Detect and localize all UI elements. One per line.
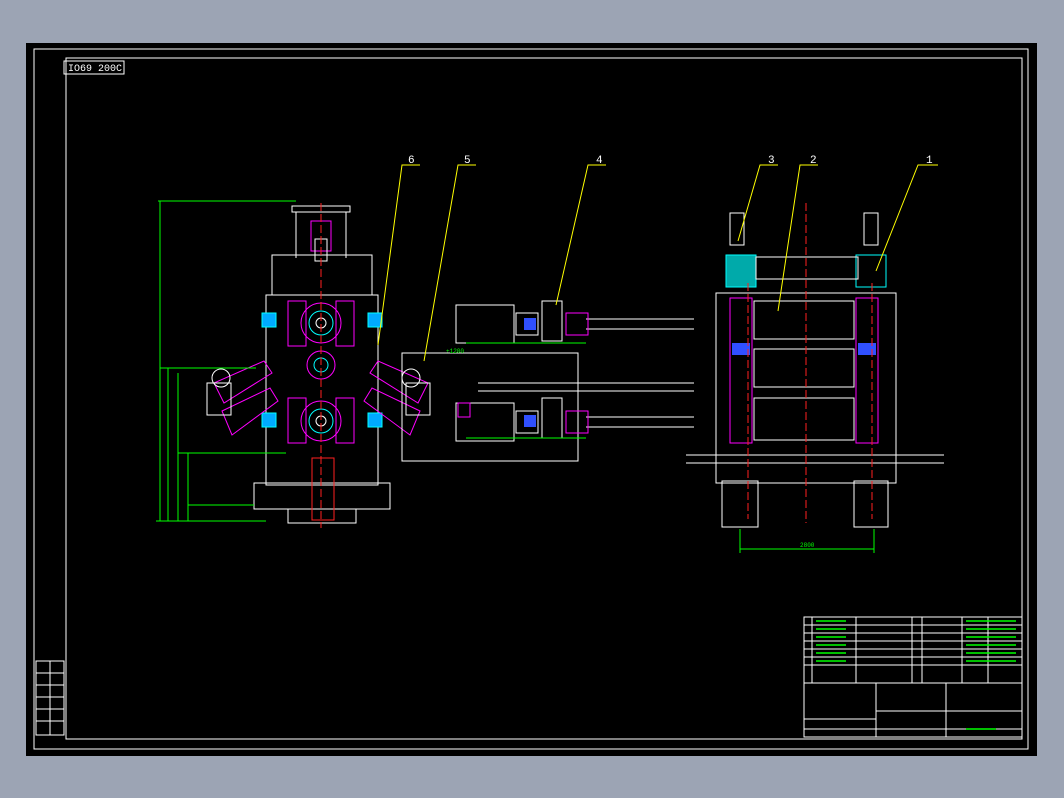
outer-frame	[33, 48, 1029, 750]
cad-drawing: IO69 200C 2800 +1200 1 2 3 4 5 6	[33, 48, 1029, 750]
revision-block	[35, 660, 65, 736]
elev-dim-text: +1200	[446, 348, 464, 355]
front-view: 2800 +1200	[446, 203, 944, 553]
side-view	[156, 200, 431, 528]
balloon-2: 2	[810, 155, 817, 167]
balloon-3: 3	[768, 155, 775, 167]
balloon-5: 5	[464, 155, 471, 167]
balloon-4: 4	[596, 155, 603, 167]
balloon-1: 1	[926, 155, 933, 167]
width-dim-text: 2800	[800, 542, 815, 549]
drawing-sheet: IO69 200C 2800 +1200 1 2 3 4 5 6	[26, 43, 1037, 756]
drive-view	[401, 300, 694, 462]
title-block	[803, 616, 1023, 738]
drawing-code: IO69 200C	[68, 64, 122, 75]
balloon-6: 6	[408, 155, 415, 167]
drawing-code-box: IO69 200C	[63, 60, 125, 75]
